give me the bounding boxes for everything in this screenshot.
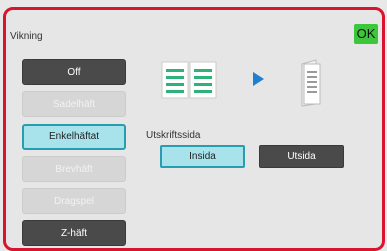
fold-letter-fold-button: Brevhäft [22, 156, 126, 182]
arrow-right-icon [253, 72, 264, 86]
folded-sheet-icon [301, 59, 321, 107]
print-side-outside-button[interactable]: Utsida [259, 145, 344, 168]
fold-off-button[interactable]: Off [22, 59, 126, 85]
ok-button[interactable]: OK [354, 24, 378, 44]
print-side-inside-button[interactable]: Insida [160, 145, 245, 168]
fold-accordion-button: Dragspel [22, 188, 126, 214]
fold-z-fold-button[interactable]: Z-häft [22, 220, 126, 246]
dialog-title: Vikning [10, 31, 43, 42]
open-spread-icon [161, 61, 217, 99]
fold-saddle-stitch-button: Sadelhäft [22, 91, 126, 117]
fold-preview-illustration [161, 59, 321, 107]
fold-settings-dialog: Vikning OK Off Sadelhäft Enkelhäftat Bre… [3, 7, 385, 251]
print-side-label: Utskriftssida [146, 130, 201, 141]
fold-half-fold-button[interactable]: Enkelhäftat [22, 124, 126, 150]
